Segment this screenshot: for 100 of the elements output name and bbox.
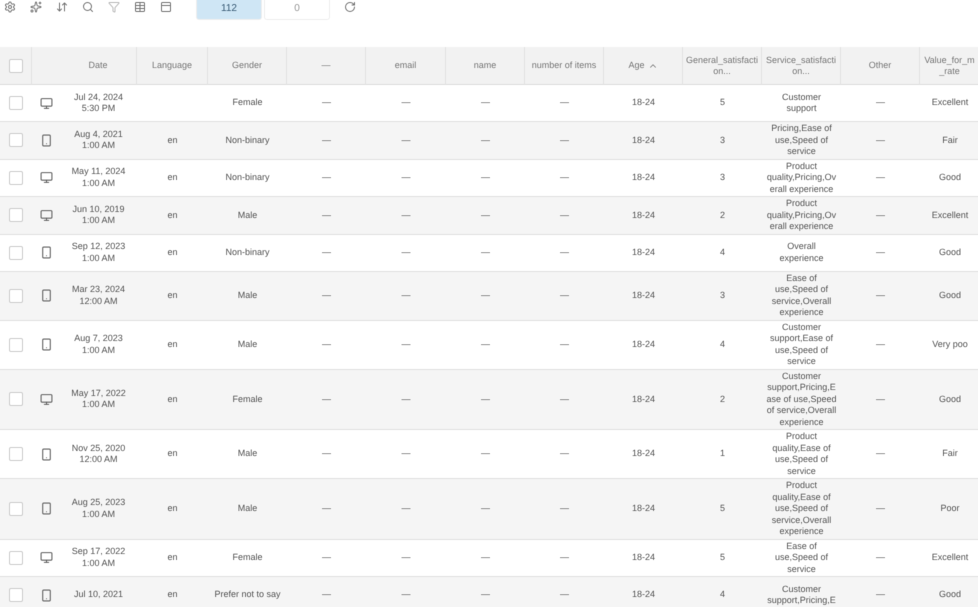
row-checkbox[interactable] [9, 288, 23, 302]
date-text: Sep 17, 2022 1:00 AM [72, 546, 126, 570]
column-header[interactable]: name [474, 60, 496, 71]
table-cell: Poor [940, 503, 960, 514]
table-cell: — [560, 589, 569, 601]
table-cell: 18-24 [632, 97, 656, 109]
table-cell: — [876, 589, 885, 601]
table-icon[interactable] [134, 1, 146, 13]
row-checkbox[interactable] [9, 246, 23, 260]
date-text: Aug 7, 2023 1:00 AM [74, 333, 123, 356]
table-cell: — [322, 97, 331, 109]
column-header[interactable]: Value_for_m_rate [922, 54, 977, 76]
row-checkbox[interactable] [9, 96, 23, 110]
table-cell: — [560, 172, 569, 184]
table-cell: Non-binary [225, 246, 270, 258]
table-cell: en [167, 134, 178, 146]
row-checkbox[interactable] [9, 338, 23, 352]
table-cell: Male [238, 338, 258, 350]
table-cell: Excellent [932, 97, 968, 109]
table-cell: Good [938, 290, 962, 302]
row-checkbox[interactable] [9, 550, 23, 565]
sparkle-icon[interactable] [30, 1, 42, 13]
row-checkbox[interactable] [9, 392, 23, 406]
table-cell: — [481, 338, 490, 350]
table-cell: en [167, 172, 178, 184]
table-cell: — [322, 172, 331, 184]
table-cell-text: Product quality,Ease of use,Speed of service,Overall experience [770, 480, 832, 538]
table-cell: Male [238, 290, 258, 302]
table-cell: 18-24 [632, 394, 656, 405]
date-text: Aug 4, 2021 1:00 AM [74, 128, 123, 152]
table-cell: — [876, 134, 885, 146]
table-cell: Customer support,Pricing,Ease of use,Speed of service,Overall experience [766, 370, 837, 428]
table-cell: — [481, 448, 490, 460]
refresh-icon[interactable] [344, 1, 356, 13]
column-header[interactable]: Language [152, 60, 192, 71]
table-cell: 18-24 [632, 589, 656, 601]
column-header[interactable]: email [394, 60, 416, 71]
table-cell: en [167, 210, 178, 221]
sort-icon[interactable] [56, 1, 68, 13]
search-icon[interactable] [82, 1, 94, 13]
column-header[interactable]: — [322, 60, 330, 71]
table-cell: — [402, 394, 410, 405]
row-checkbox[interactable] [9, 502, 23, 516]
select-all-checkbox[interactable] [8, 58, 22, 72]
monitor-icon [40, 96, 52, 110]
date-text: Jul 24, 2024 5:30 PM [74, 92, 124, 114]
settings-icon[interactable] [4, 1, 16, 13]
table-cell: — [322, 246, 331, 258]
table-cell: — [322, 448, 331, 460]
table-cell: — [876, 210, 885, 221]
date-text: Jun 10, 2019 1:00 AM [72, 204, 125, 227]
row-checkbox[interactable] [9, 133, 23, 148]
table-cell: Fair [942, 448, 958, 460]
layout-icon[interactable] [160, 1, 172, 13]
date-text: Mar 23, 2024 12:00 AM [72, 284, 126, 307]
table-cell: — [481, 172, 490, 184]
table-cell: — [402, 552, 410, 564]
monitor-icon [40, 392, 52, 406]
status-tab[interactable]: 112 [196, 0, 262, 20]
table-cell: 3 [720, 172, 725, 184]
row-checkbox[interactable] [9, 208, 23, 222]
table-cell: — [560, 394, 569, 405]
table-cell: — [402, 589, 410, 601]
column-header[interactable]: Age [628, 60, 644, 71]
column-header[interactable]: number of items [532, 60, 596, 71]
table-cell: — [402, 448, 410, 460]
table-cell: — [481, 97, 490, 109]
table-cell: en [167, 448, 178, 460]
column-header[interactable]: General_satisfaction... [685, 54, 759, 76]
table-cell: Male [238, 448, 258, 460]
column-header[interactable]: Gender [232, 60, 262, 71]
status-tab[interactable]: 0 [264, 0, 330, 20]
table-cell: — [402, 338, 410, 350]
table-cell: Excellent [932, 552, 968, 564]
row-checkbox[interactable] [9, 588, 23, 602]
column-header[interactable]: Date [88, 60, 108, 71]
table-cell: 18-24 [632, 338, 656, 350]
table-cell: 2 [720, 210, 725, 221]
table-cell: — [560, 210, 569, 221]
table-cell: Fair [942, 134, 958, 146]
table-cell: 5 [720, 503, 725, 514]
table-cell: — [876, 97, 885, 109]
table-cell: — [481, 246, 490, 258]
table-cell: — [876, 394, 885, 405]
filter-icon[interactable] [108, 1, 120, 13]
table-cell: — [402, 210, 410, 221]
table-cell-text: Ease of use,Speed of service,Overall experience [770, 272, 832, 318]
row-checkbox[interactable] [9, 447, 23, 461]
column-header[interactable]: Service_satisfaction... [764, 54, 838, 76]
table-cell: — [560, 338, 569, 350]
table-cell: 4 [720, 589, 725, 601]
table-cell: — [402, 290, 410, 302]
table-cell: Prefer not to say [214, 589, 281, 601]
table-cell: 3 [720, 134, 725, 146]
column-header[interactable]: Other [868, 60, 892, 71]
row-checkbox[interactable] [9, 170, 23, 185]
table-cell: — [322, 552, 331, 564]
table-cell: en [167, 290, 178, 302]
phone-icon [40, 134, 52, 147]
table-cell: — [560, 246, 569, 258]
